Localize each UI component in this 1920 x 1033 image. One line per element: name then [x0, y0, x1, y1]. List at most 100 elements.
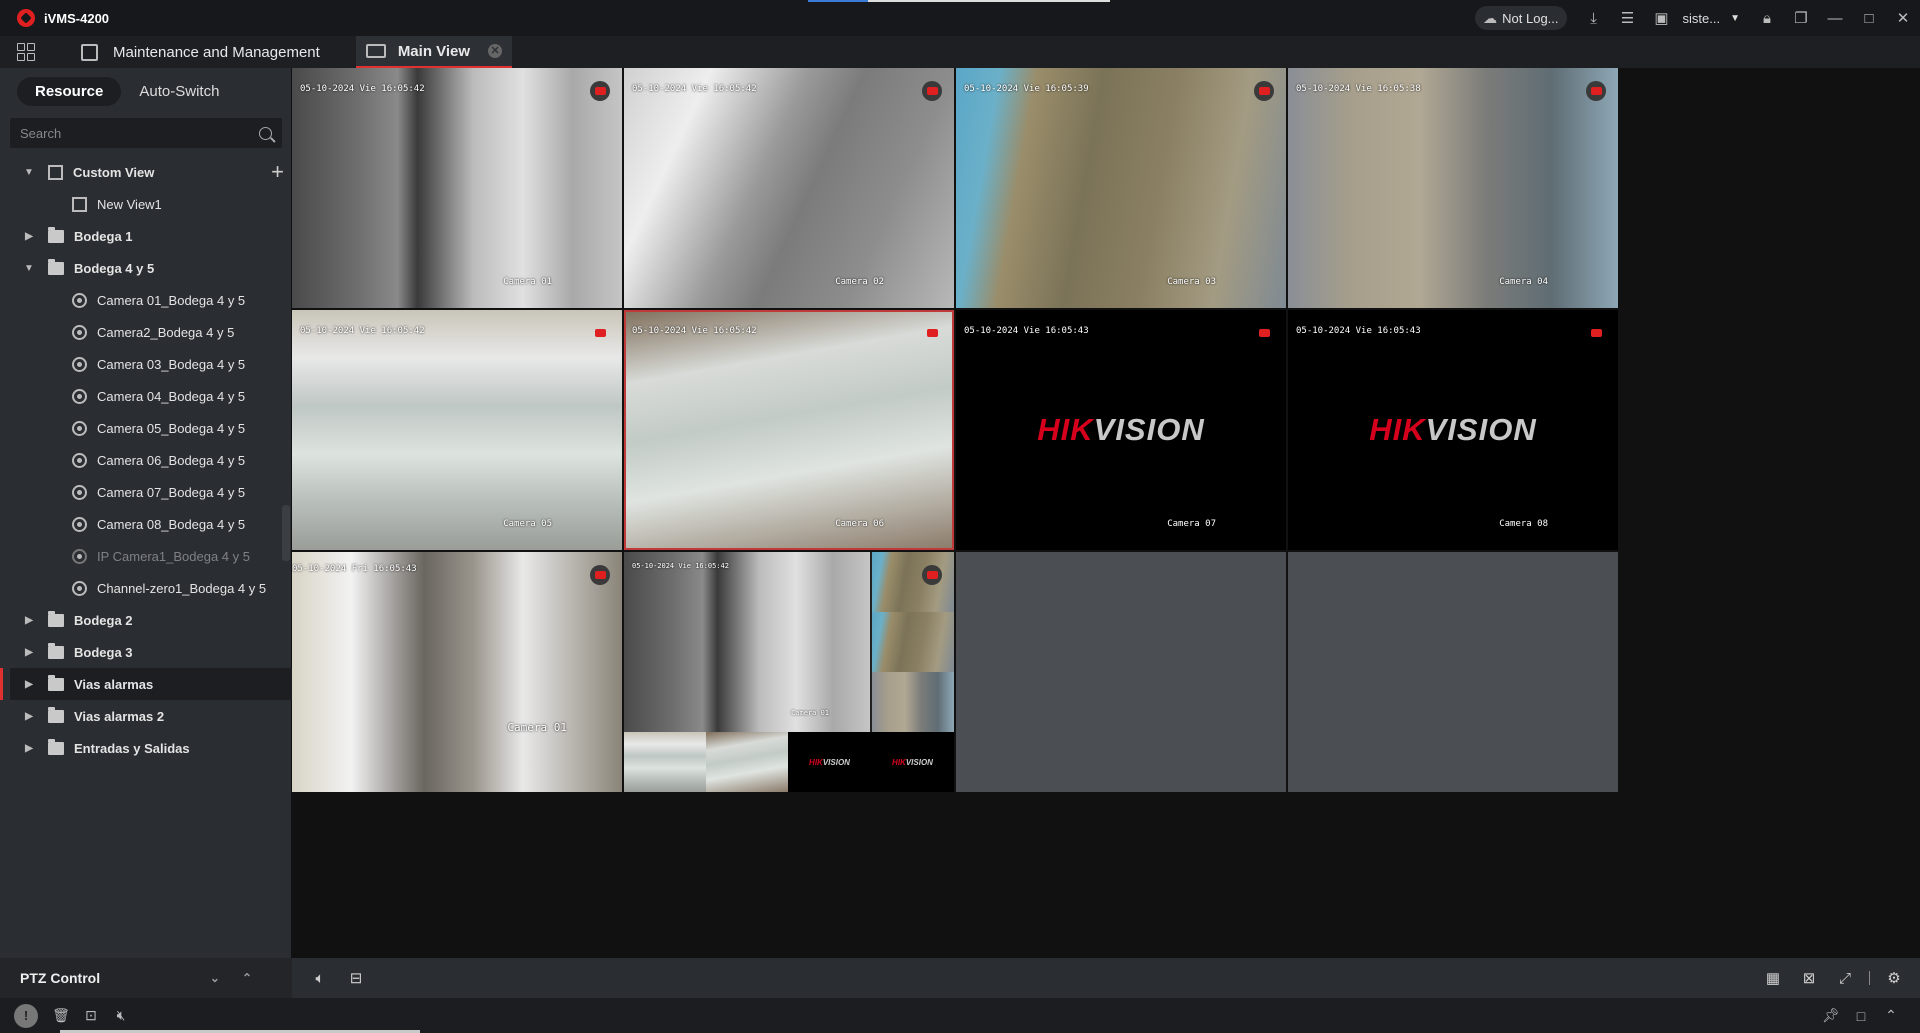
recording-icon[interactable] — [1586, 81, 1606, 101]
tree-node-camera[interactable]: Camera 03_Bodega 4 y 5 — [10, 348, 292, 380]
video-cell-1[interactable]: 05-10-2024 Vie 16:05:42 Camera 01 — [292, 68, 622, 308]
window-division-icon[interactable]: ▦ — [1755, 960, 1791, 996]
mute-icon[interactable]: 🔇︎ — [106, 1007, 136, 1024]
osd-camera-name: Camera 05 — [503, 519, 552, 529]
module-grid-icon[interactable] — [17, 43, 35, 61]
download-icon[interactable]: ⤓ — [1577, 0, 1611, 36]
mosaic-tile — [872, 552, 954, 612]
add-view-icon[interactable]: + — [271, 159, 284, 185]
search-icon[interactable] — [259, 126, 272, 140]
close-tab-icon[interactable]: ✕ — [488, 44, 503, 58]
user-menu[interactable]: siste... ▼ — [1683, 11, 1740, 26]
video-cell-9[interactable]: 05-10-2024 Fri 16:05:43 Camera 01 — [292, 552, 622, 792]
recording-icon[interactable] — [922, 565, 942, 585]
tree-node-camera[interactable]: Camera 05_Bodega 4 y 5 — [10, 412, 292, 444]
trash-icon[interactable]: 🗑︎ — [46, 1007, 76, 1024]
folder-icon — [48, 226, 64, 243]
tree-node-camera[interactable]: Camera2_Bodega 4 y 5 — [10, 316, 292, 348]
osd-camera-name: Camera 06 — [835, 519, 884, 529]
video-cell-10-mosaic[interactable]: HIKVISION HIKVISION 05-10-2024 Vie 16:05… — [624, 552, 954, 792]
pin-icon[interactable]: 📌︎ — [1816, 1007, 1846, 1024]
image-icon[interactable]: ▣ — [1645, 0, 1679, 36]
chevron-down-icon[interactable]: ▼ — [22, 263, 36, 274]
tree-node-label: Entradas y Salidas — [74, 740, 190, 756]
ptz-control-panel[interactable]: PTZ Control ⌄⌃ — [0, 958, 292, 998]
tree-node-new-view[interactable]: New View1 — [10, 188, 292, 220]
video-cell-8[interactable]: HIK VISION 05-10-2024 Vie 16:05:43 Camera 0… — [1288, 310, 1618, 550]
tab-main-view[interactable]: Main View ✕ — [355, 36, 513, 68]
stop-all-live-view-icon[interactable]: ⊟ — [338, 960, 374, 996]
audio-icon[interactable]: 🔈︎ — [302, 960, 338, 996]
chevron-up-icon[interactable]: ⌃ — [1876, 1007, 1906, 1024]
tree-node-camera[interactable]: Camera 01_Bodega 4 y 5 — [10, 284, 292, 316]
camera-icon — [72, 484, 87, 500]
chevron-right-icon[interactable]: ▶ — [22, 615, 36, 626]
chevron-down-icon[interactable]: ▼ — [22, 167, 36, 178]
settings-gear-icon[interactable]: ⚙ — [1876, 960, 1912, 996]
video-cell-4[interactable]: 05-10-2024 Vie 16:05:38 Camera 04 — [1288, 68, 1618, 308]
video-cell-6-selected[interactable]: 05-10-2024 Vie 16:05:42 Camera 06 — [624, 310, 954, 550]
chevron-right-icon[interactable]: ▶ — [22, 647, 36, 658]
recording-icon[interactable] — [1586, 323, 1606, 343]
tree-node-bodega-4-y-5[interactable]: ▼ Bodega 4 y 5 — [10, 252, 292, 284]
task-list-icon[interactable]: ☰ — [1611, 0, 1645, 36]
recording-icon[interactable] — [590, 565, 610, 585]
chevron-right-icon[interactable]: ▶ — [22, 711, 36, 722]
fullscreen-icon[interactable]: ⤢ — [1827, 960, 1863, 996]
monitor-icon — [365, 44, 386, 58]
search-input[interactable]: Search — [10, 118, 282, 148]
tree-node-camera[interactable]: Channel-zero1_Bodega 4 y 5 — [10, 572, 292, 604]
sidebar-splitter-handle[interactable] — [282, 505, 290, 561]
tree-node-camera[interactable]: Camera 08_Bodega 4 y 5 — [10, 508, 292, 540]
video-cell-5[interactable]: 05-10-2024 Vie 16:05:42 Camera 05 — [292, 310, 622, 550]
osd-timestamp: 05-10-2024 Vie 16:05:39 — [964, 84, 1089, 94]
chevron-right-icon[interactable]: ▶ — [22, 679, 36, 690]
tree-node-bodega-1[interactable]: ▶ Bodega 1 — [10, 220, 292, 252]
video-cell-3[interactable]: 05-10-2024 Vie 16:05:39 Camera 03 — [956, 68, 1286, 308]
camera-icon — [72, 324, 87, 340]
camera-label: Camera 04_Bodega 4 y 5 — [97, 388, 246, 404]
close-icon[interactable]: ✕ — [1886, 0, 1920, 36]
tree-node-camera[interactable]: Camera 06_Bodega 4 y 5 — [10, 444, 292, 476]
video-cell-2[interactable]: 05-10-2024 Vie 16:05:42 Camera 02 — [624, 68, 954, 308]
maximize-icon[interactable]: □ — [1852, 0, 1886, 36]
chevron-right-icon[interactable]: ▶ — [22, 231, 36, 242]
recording-icon[interactable] — [922, 323, 942, 343]
tree-node-label: Vias alarmas 2 — [74, 708, 165, 724]
close-all-windows-icon[interactable]: ⊠ — [1791, 960, 1827, 996]
chevron-down-icon: ▼ — [1730, 12, 1740, 24]
capture-image-icon[interactable]: ⊡ — [76, 1007, 106, 1024]
tab-maintenance[interactable]: Maintenance and Management — [67, 36, 334, 68]
tree-node-label: Vias alarmas — [74, 676, 154, 692]
chevron-right-icon[interactable]: ▶ — [22, 743, 36, 754]
tab-resource[interactable]: Resource — [17, 76, 122, 106]
recording-icon[interactable] — [590, 323, 610, 343]
recording-icon[interactable] — [922, 81, 942, 101]
tree-node-bodega-2[interactable]: ▶ Bodega 2 — [10, 604, 292, 636]
tree-node-custom-view[interactable]: ▼ Custom View + — [10, 156, 292, 188]
lock-icon[interactable]: 🔒︎ — [1750, 0, 1784, 36]
recording-icon[interactable] — [590, 81, 610, 101]
login-status-button[interactable]: ☁ Not Log... — [1475, 6, 1567, 30]
restore-window-icon[interactable]: ❐ — [1784, 0, 1818, 36]
tree-node-camera-offline[interactable]: IP Camera1_Bodega 4 y 5 — [10, 540, 292, 572]
camera-label: Channel-zero1_Bodega 4 y 5 — [97, 580, 267, 596]
camera-label: IP Camera1_Bodega 4 y 5 — [97, 548, 250, 564]
window-icon[interactable]: □ — [1846, 1008, 1876, 1024]
tree-node-bodega-3[interactable]: ▶ Bodega 3 — [10, 636, 292, 668]
tab-auto-switch[interactable]: Auto-Switch — [121, 77, 237, 106]
recording-icon[interactable] — [1254, 323, 1274, 343]
tree-node-vias-alarmas-2[interactable]: ▶ Vias alarmas 2 — [10, 700, 292, 732]
recording-icon[interactable] — [1254, 81, 1274, 101]
tree-node-entradas-y-salidas[interactable]: ▶ Entradas y Salidas — [10, 732, 292, 764]
video-cell-12-empty[interactable] — [1288, 552, 1618, 792]
tree-node-camera[interactable]: Camera 04_Bodega 4 y 5 — [10, 380, 292, 412]
tree-node-camera[interactable]: Camera 07_Bodega 4 y 5 — [10, 476, 292, 508]
chevron-up-icon[interactable]: ⌄⌃ — [210, 971, 274, 985]
video-cell-11-empty[interactable] — [956, 552, 1286, 792]
tree-node-vias-alarmas[interactable]: ▶ Vias alarmas — [0, 668, 292, 700]
video-cell-7[interactable]: HIK VISION 05-10-2024 Vie 16:05:43 Camera 0… — [956, 310, 1286, 550]
minimize-icon[interactable]: — — [1818, 0, 1852, 36]
alarm-warning-icon[interactable]: ! — [14, 1003, 38, 1028]
login-status-label: Not Log... — [1502, 10, 1559, 26]
